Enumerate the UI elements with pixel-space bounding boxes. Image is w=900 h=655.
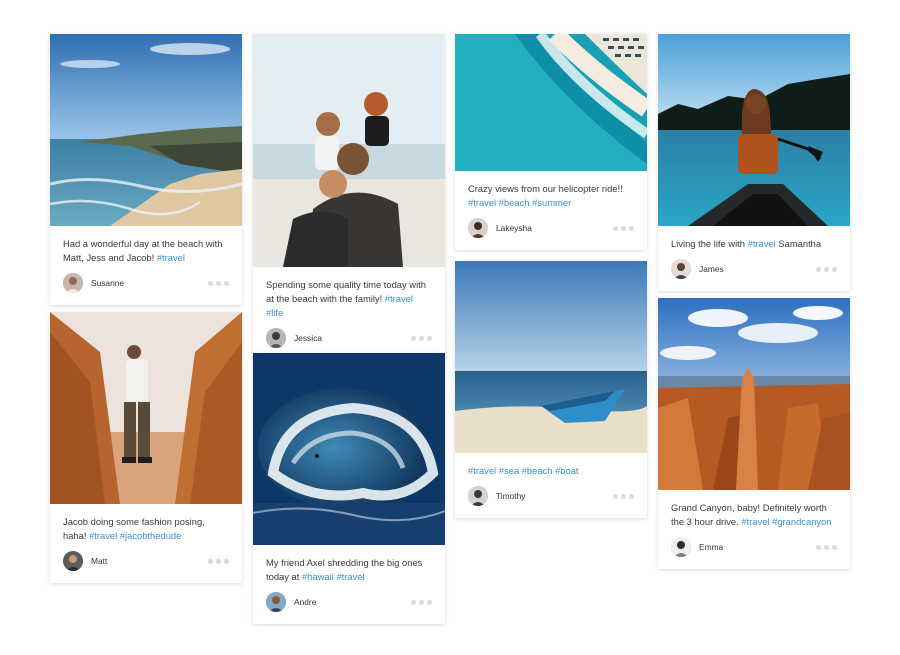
post-card[interactable]: #travel #sea #beach #boat Timothy — [455, 261, 647, 518]
avatar[interactable] — [266, 328, 286, 348]
post-footer: Timothy — [468, 486, 634, 506]
post-footer: James — [671, 259, 837, 279]
beach-coast-photo[interactable] — [50, 34, 242, 226]
author-name[interactable]: Susanne — [91, 278, 208, 288]
post-card[interactable]: Living the life with #travel Samantha Ja… — [658, 34, 850, 291]
boat-beach-photo[interactable] — [455, 261, 647, 453]
post-caption: Had a wonderful day at the beach with Ma… — [63, 238, 223, 263]
author-name[interactable]: Matt — [91, 556, 208, 566]
fashion-pose-photo[interactable] — [50, 312, 242, 504]
avatar[interactable] — [63, 551, 83, 571]
avatar[interactable] — [266, 592, 286, 612]
author-name[interactable]: James — [699, 264, 816, 274]
hashtag-link[interactable]: #boat — [555, 465, 578, 476]
more-options-icon[interactable] — [816, 266, 837, 272]
post-card[interactable]: Jacob doing some fashion posing, haha! #… — [50, 312, 242, 583]
hashtag-link[interactable]: #grandcanyon — [772, 516, 831, 527]
post-card[interactable]: Grand Canyon, baby! Definitely worth the… — [658, 298, 850, 569]
hashtag-link[interactable]: #travel — [748, 238, 776, 249]
hashtag-link[interactable]: #jacobthedude — [120, 530, 182, 541]
avatar[interactable] — [671, 259, 691, 279]
avatar[interactable] — [468, 486, 488, 506]
post-caption: My friend Axel shredding the big ones to… — [266, 557, 423, 582]
post-card[interactable]: Spending some quality time today with at… — [253, 34, 445, 360]
canoe-lake-photo[interactable] — [658, 34, 850, 226]
post-footer: Susanne — [63, 273, 229, 293]
hashtag-link[interactable]: #hawaii — [302, 571, 334, 582]
avatar[interactable] — [468, 218, 488, 238]
hashtag-link[interactable]: #travel — [468, 197, 496, 208]
hashtag-link[interactable]: #beach — [499, 197, 530, 208]
hashtag-link[interactable]: #travel — [157, 252, 185, 263]
author-name[interactable]: Lakeysha — [496, 223, 613, 233]
surf-wave-photo[interactable] — [253, 353, 445, 545]
post-caption: Grand Canyon, baby! Definitely worth the… — [671, 502, 832, 527]
hashtag-link[interactable]: #life — [266, 307, 283, 318]
more-options-icon[interactable] — [411, 599, 432, 605]
more-options-icon[interactable] — [613, 493, 634, 499]
post-caption: Jacob doing some fashion posing, haha! #… — [63, 516, 205, 541]
post-caption: #travel #sea #beach #boat — [468, 464, 634, 478]
grand-canyon-photo[interactable] — [658, 298, 850, 490]
author-name[interactable]: Emma — [699, 542, 816, 552]
post-footer: Jessica — [266, 328, 432, 348]
family-beach-photo[interactable] — [253, 34, 445, 267]
author-name[interactable]: Andre — [294, 597, 411, 607]
hashtag-link[interactable]: #travel — [741, 516, 769, 527]
post-card[interactable]: Had a wonderful day at the beach with Ma… — [50, 34, 242, 305]
hashtag-link[interactable]: #travel — [468, 465, 496, 476]
post-footer: Emma — [671, 537, 837, 557]
more-options-icon[interactable] — [816, 544, 837, 550]
post-footer: Andre — [266, 592, 432, 612]
post-card[interactable]: My friend Axel shredding the big ones to… — [253, 353, 445, 624]
post-footer: Matt — [63, 551, 229, 571]
more-options-icon[interactable] — [411, 335, 432, 341]
hashtag-link[interactable]: #summer — [532, 197, 571, 208]
more-options-icon[interactable] — [208, 558, 229, 564]
post-caption: Living the life with #travel Samantha — [671, 238, 822, 249]
post-card[interactable]: Crazy views from our helicopter ride!! #… — [455, 34, 647, 250]
post-caption: Crazy views from our helicopter ride!! #… — [468, 183, 623, 208]
hashtag-link[interactable]: #sea — [499, 465, 519, 476]
helicopter-ocean-photo[interactable] — [455, 34, 647, 171]
avatar[interactable] — [63, 273, 83, 293]
hashtag-link[interactable]: #travel — [89, 530, 117, 541]
hashtag-link[interactable]: #travel — [336, 571, 364, 582]
post-footer: Lakeysha — [468, 218, 634, 238]
more-options-icon[interactable] — [208, 280, 229, 286]
more-options-icon[interactable] — [613, 225, 634, 231]
hashtag-link[interactable]: #beach — [522, 465, 553, 476]
avatar[interactable] — [671, 537, 691, 557]
author-name[interactable]: Jessica — [294, 333, 411, 343]
post-caption: Spending some quality time today with at… — [266, 279, 426, 318]
author-name[interactable]: Timothy — [496, 491, 613, 501]
hashtag-link[interactable]: #travel — [385, 293, 413, 304]
